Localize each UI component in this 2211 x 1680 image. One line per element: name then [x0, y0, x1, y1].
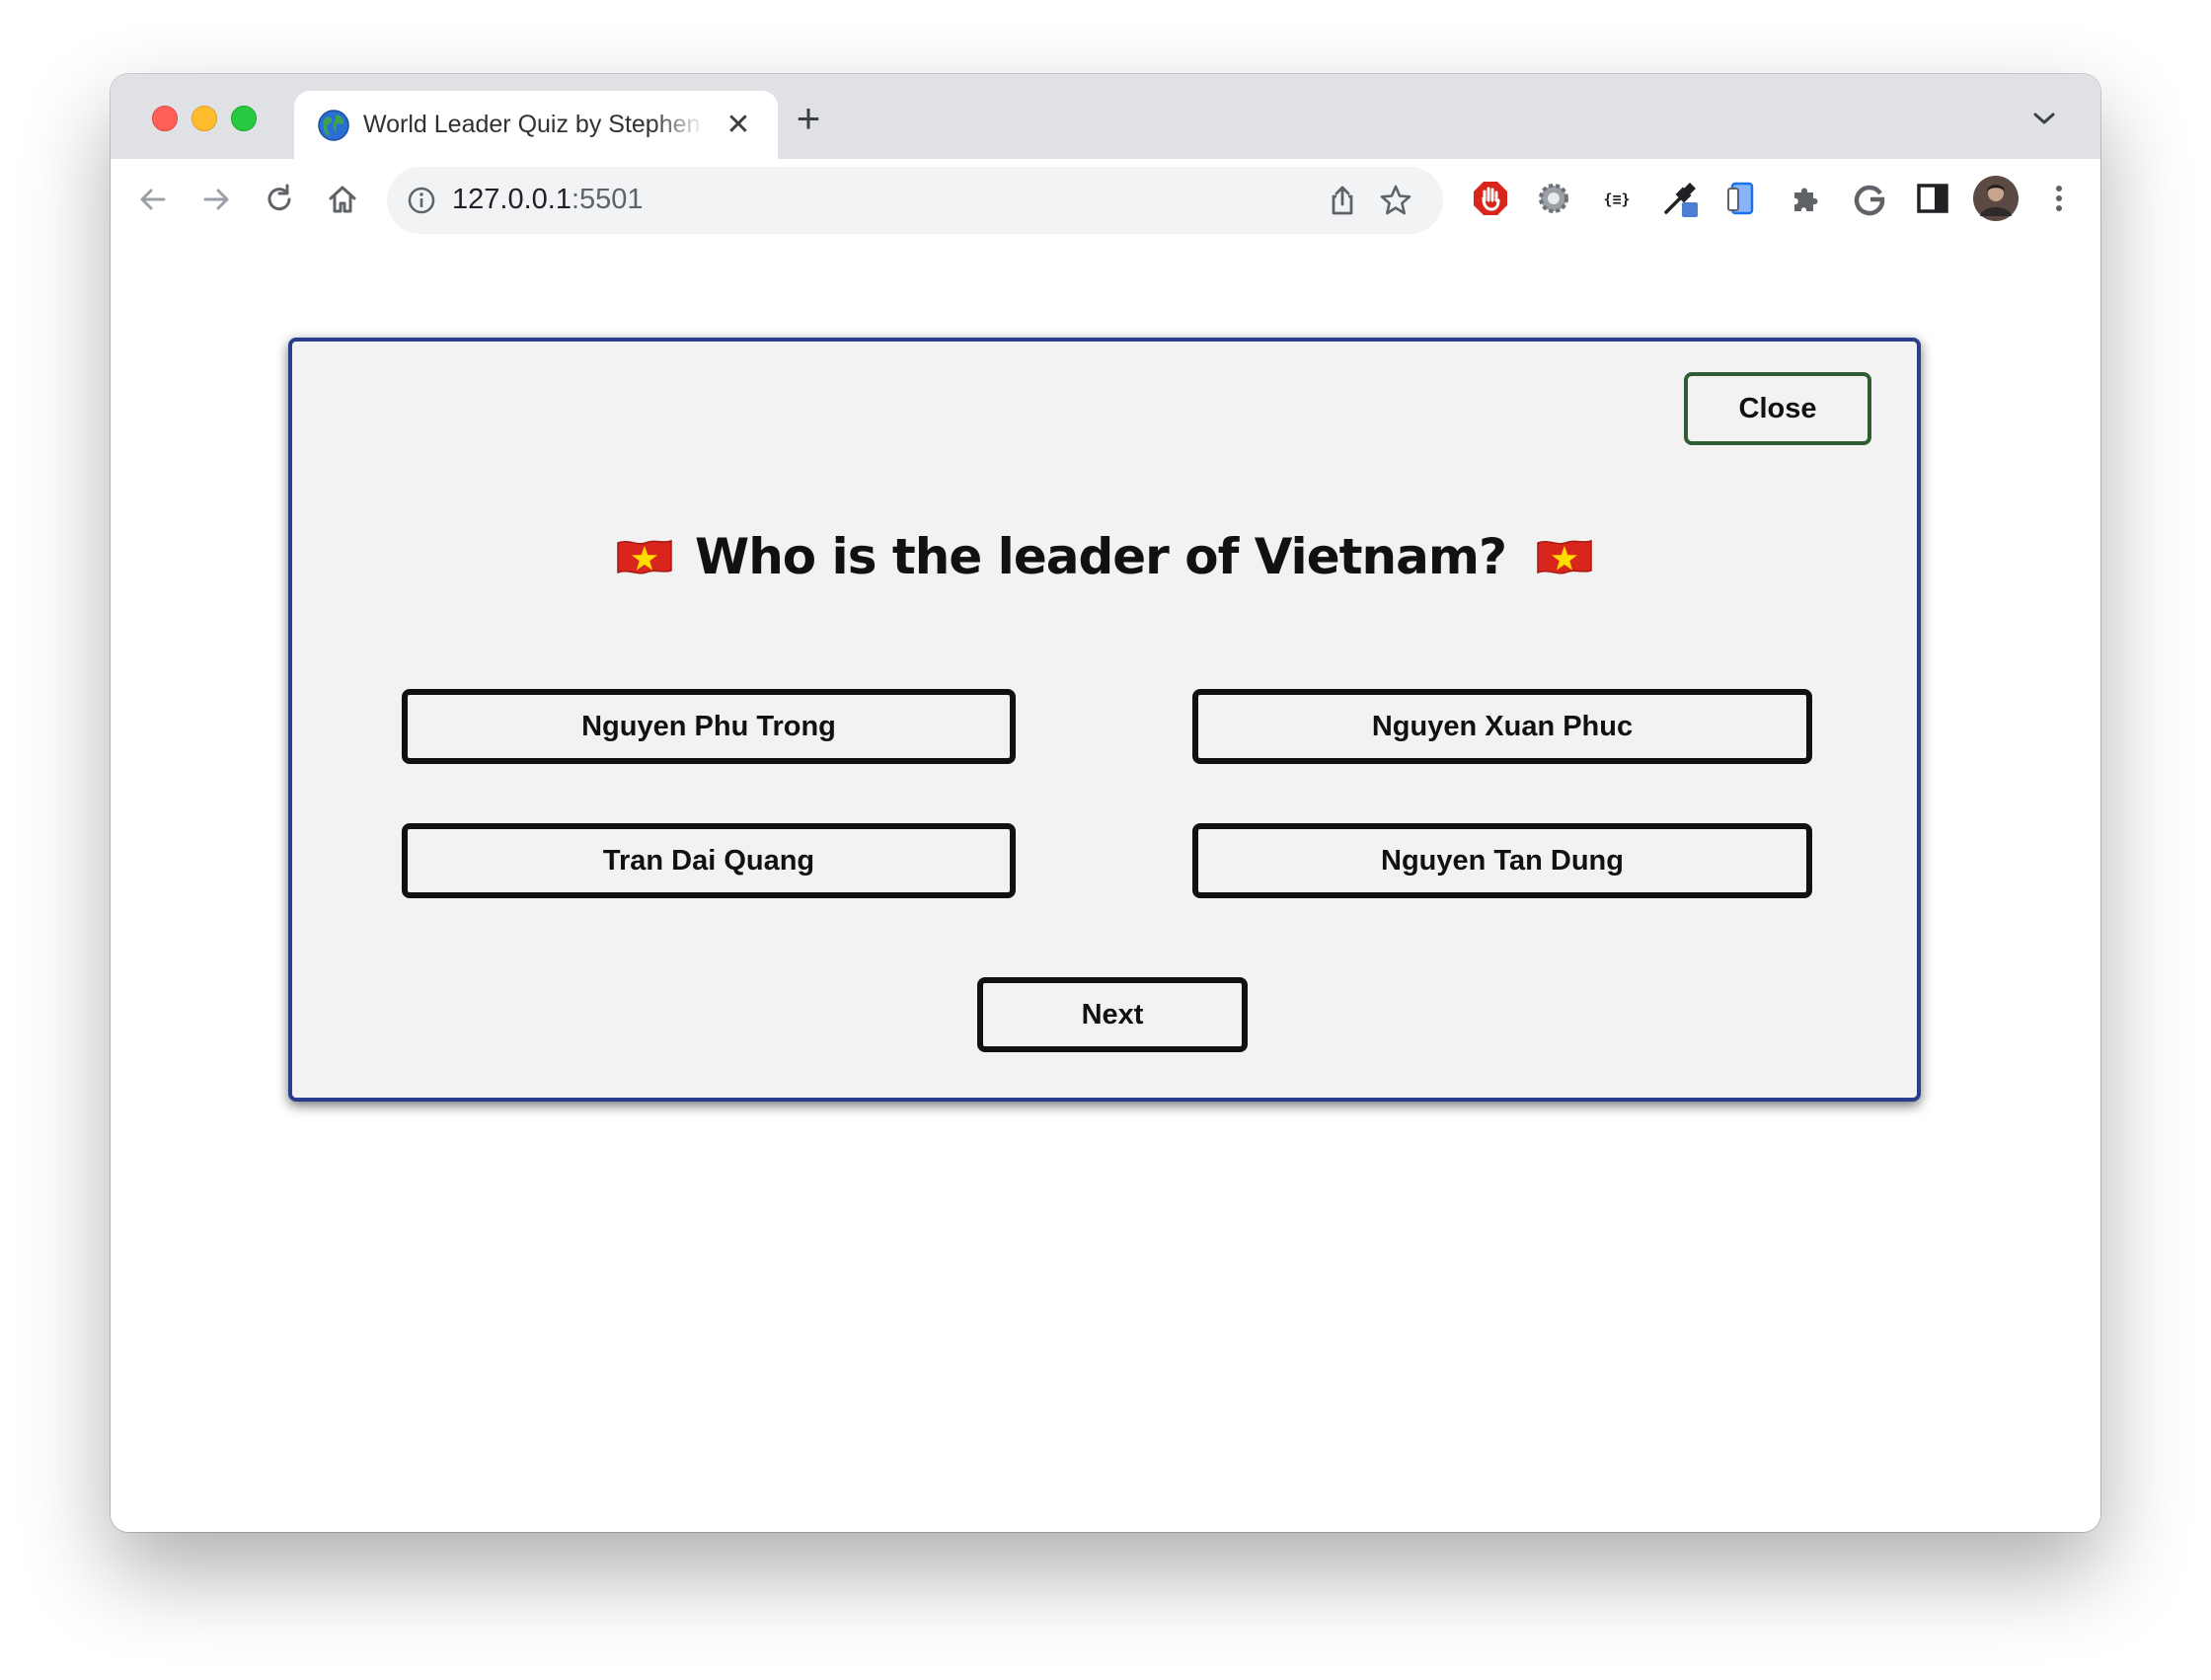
vietnam-flag-icon [617, 539, 672, 574]
adblock-icon[interactable] [1471, 179, 1510, 218]
kebab-menu-icon[interactable] [2039, 179, 2079, 218]
google-icon[interactable] [1850, 179, 1889, 218]
chevron-down-icon[interactable] [2031, 110, 2057, 127]
json-formatter-icon[interactable]: {≡} [1597, 179, 1637, 218]
profile-avatar[interactable] [1972, 175, 2020, 222]
question-text: Who is the leader of Vietnam? [695, 528, 1507, 585]
close-button[interactable]: Close [1684, 372, 1871, 445]
answer-option-3[interactable]: Tran Dai Quang [402, 823, 1016, 898]
color-picker-icon[interactable] [1660, 179, 1700, 218]
quiz-modal: Close Who is the leader of Vietnam? Nguy… [288, 338, 1921, 1102]
info-icon[interactable] [407, 186, 436, 215]
reload-icon[interactable] [261, 181, 298, 218]
maximize-window-button[interactable] [231, 106, 257, 131]
answer-option-2[interactable]: Nguyen Xuan Phuc [1192, 689, 1812, 764]
tab-strip: World Leader Quiz by Stephen ✕ + [111, 74, 2100, 159]
tab-close-icon[interactable]: ✕ [724, 111, 752, 140]
question-heading: Who is the leader of Vietnam? [292, 517, 1917, 596]
svg-text:{≡}: {≡} [1603, 191, 1630, 208]
tab-title: World Leader Quiz by Stephen [363, 111, 701, 138]
url-text[interactable]: 127.0.0.1:5501 [452, 184, 644, 216]
device-icon[interactable] [1723, 179, 1763, 218]
close-window-button[interactable] [152, 106, 178, 131]
home-icon[interactable] [324, 181, 361, 218]
globe-icon [318, 110, 349, 141]
url-port: :5501 [571, 184, 644, 215]
answer-option-1[interactable]: Nguyen Phu Trong [402, 689, 1016, 764]
star-icon[interactable] [1378, 183, 1413, 218]
answer-option-4[interactable]: Nguyen Tan Dung [1192, 823, 1812, 898]
address-bar[interactable]: 127.0.0.1:5501 [387, 167, 1443, 234]
minimize-window-button[interactable] [191, 106, 217, 131]
browser-window: World Leader Quiz by Stephen ✕ + 127.0.0… [111, 74, 2100, 1532]
share-icon[interactable] [1325, 183, 1360, 218]
next-button[interactable]: Next [977, 977, 1248, 1052]
side-panel-icon[interactable] [1913, 179, 1952, 218]
url-host: 127.0.0.1 [452, 184, 572, 215]
puzzle-icon[interactable] [1787, 179, 1826, 218]
forward-arrow-icon[interactable] [197, 181, 235, 218]
browser-tab-active[interactable]: World Leader Quiz by Stephen ✕ [294, 91, 778, 159]
back-arrow-icon[interactable] [134, 181, 172, 218]
browser-toolbar: 127.0.0.1:5501 {≡} [111, 159, 2100, 244]
vietnam-flag-icon [1537, 539, 1592, 574]
new-tab-button[interactable]: + [792, 98, 825, 139]
page-content: Close Who is the leader of Vietnam? Nguy… [111, 242, 2100, 1532]
settings-gear-icon[interactable] [1534, 179, 1573, 218]
